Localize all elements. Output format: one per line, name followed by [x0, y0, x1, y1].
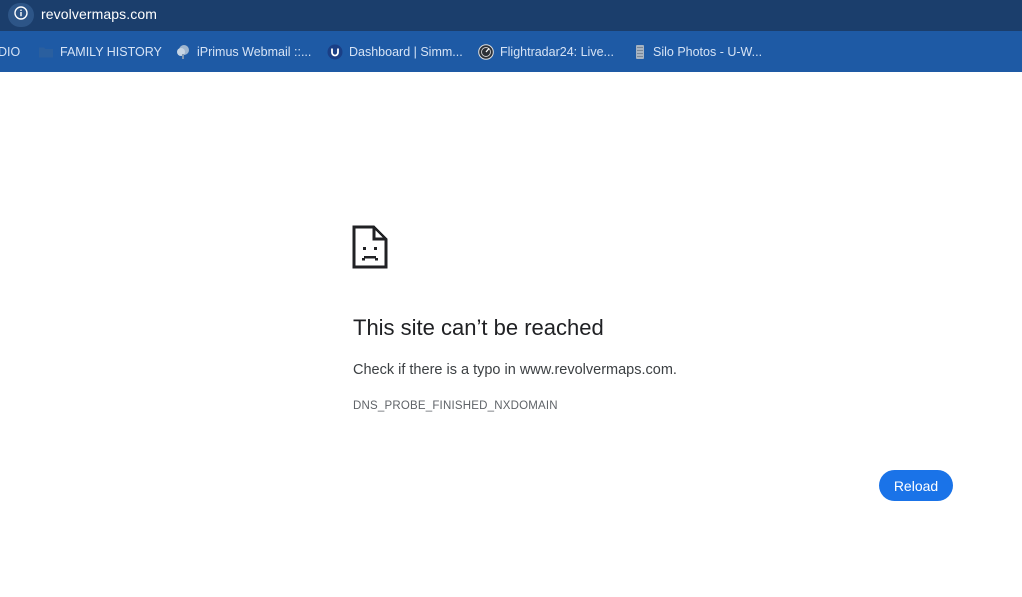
- bookmark-silo-photos[interactable]: Silo Photos - U-W...: [633, 31, 762, 72]
- browser-toolbar: revolvermaps.com: [0, 0, 1022, 31]
- flightradar-icon: [478, 43, 494, 60]
- silo-icon: [633, 44, 647, 60]
- reload-button[interactable]: Reload: [879, 470, 953, 501]
- bookmark-label: Dashboard | Simm...: [349, 44, 463, 59]
- info-icon: [14, 5, 28, 25]
- u-logo-icon: [327, 44, 343, 60]
- folder-icon: [38, 45, 54, 59]
- bookmark-family-history[interactable]: FAMILY HISTORY: [38, 31, 162, 72]
- bookmark-label: Flightradar24: Live...: [500, 44, 614, 59]
- error-page: This site can’t be reached Check if ther…: [0, 72, 1022, 597]
- bookmark-label: DIO: [0, 44, 21, 59]
- error-suggestion: Check if there is a typo in www.revolver…: [353, 362, 677, 378]
- error-heading: This site can’t be reached: [353, 315, 604, 340]
- bookmark-dio[interactable]: DIO: [0, 31, 20, 72]
- bookmarks-bar: DIO FAMILY HISTORY iPrimus Webmail ::...: [0, 31, 1022, 73]
- bookmark-label: Silo Photos - U-W...: [653, 44, 763, 59]
- bookmark-flightradar24[interactable]: Flightradar24: Live...: [478, 31, 614, 72]
- bookmark-iprimus-webmail[interactable]: iPrimus Webmail ::...: [175, 31, 311, 72]
- bookmark-dashboard-simm[interactable]: Dashboard | Simm...: [327, 31, 463, 72]
- bookmark-label: FAMILY HISTORY: [60, 44, 162, 59]
- site-info-button[interactable]: [8, 3, 34, 27]
- bookmark-label: iPrimus Webmail ::...: [197, 44, 312, 59]
- omnibox[interactable]: revolvermaps.com: [0, 0, 1022, 31]
- sad-page-icon: [352, 225, 388, 269]
- iprimus-icon: [175, 44, 191, 60]
- url-text[interactable]: revolvermaps.com: [41, 6, 157, 22]
- error-code: DNS_PROBE_FINISHED_NXDOMAIN: [353, 400, 558, 412]
